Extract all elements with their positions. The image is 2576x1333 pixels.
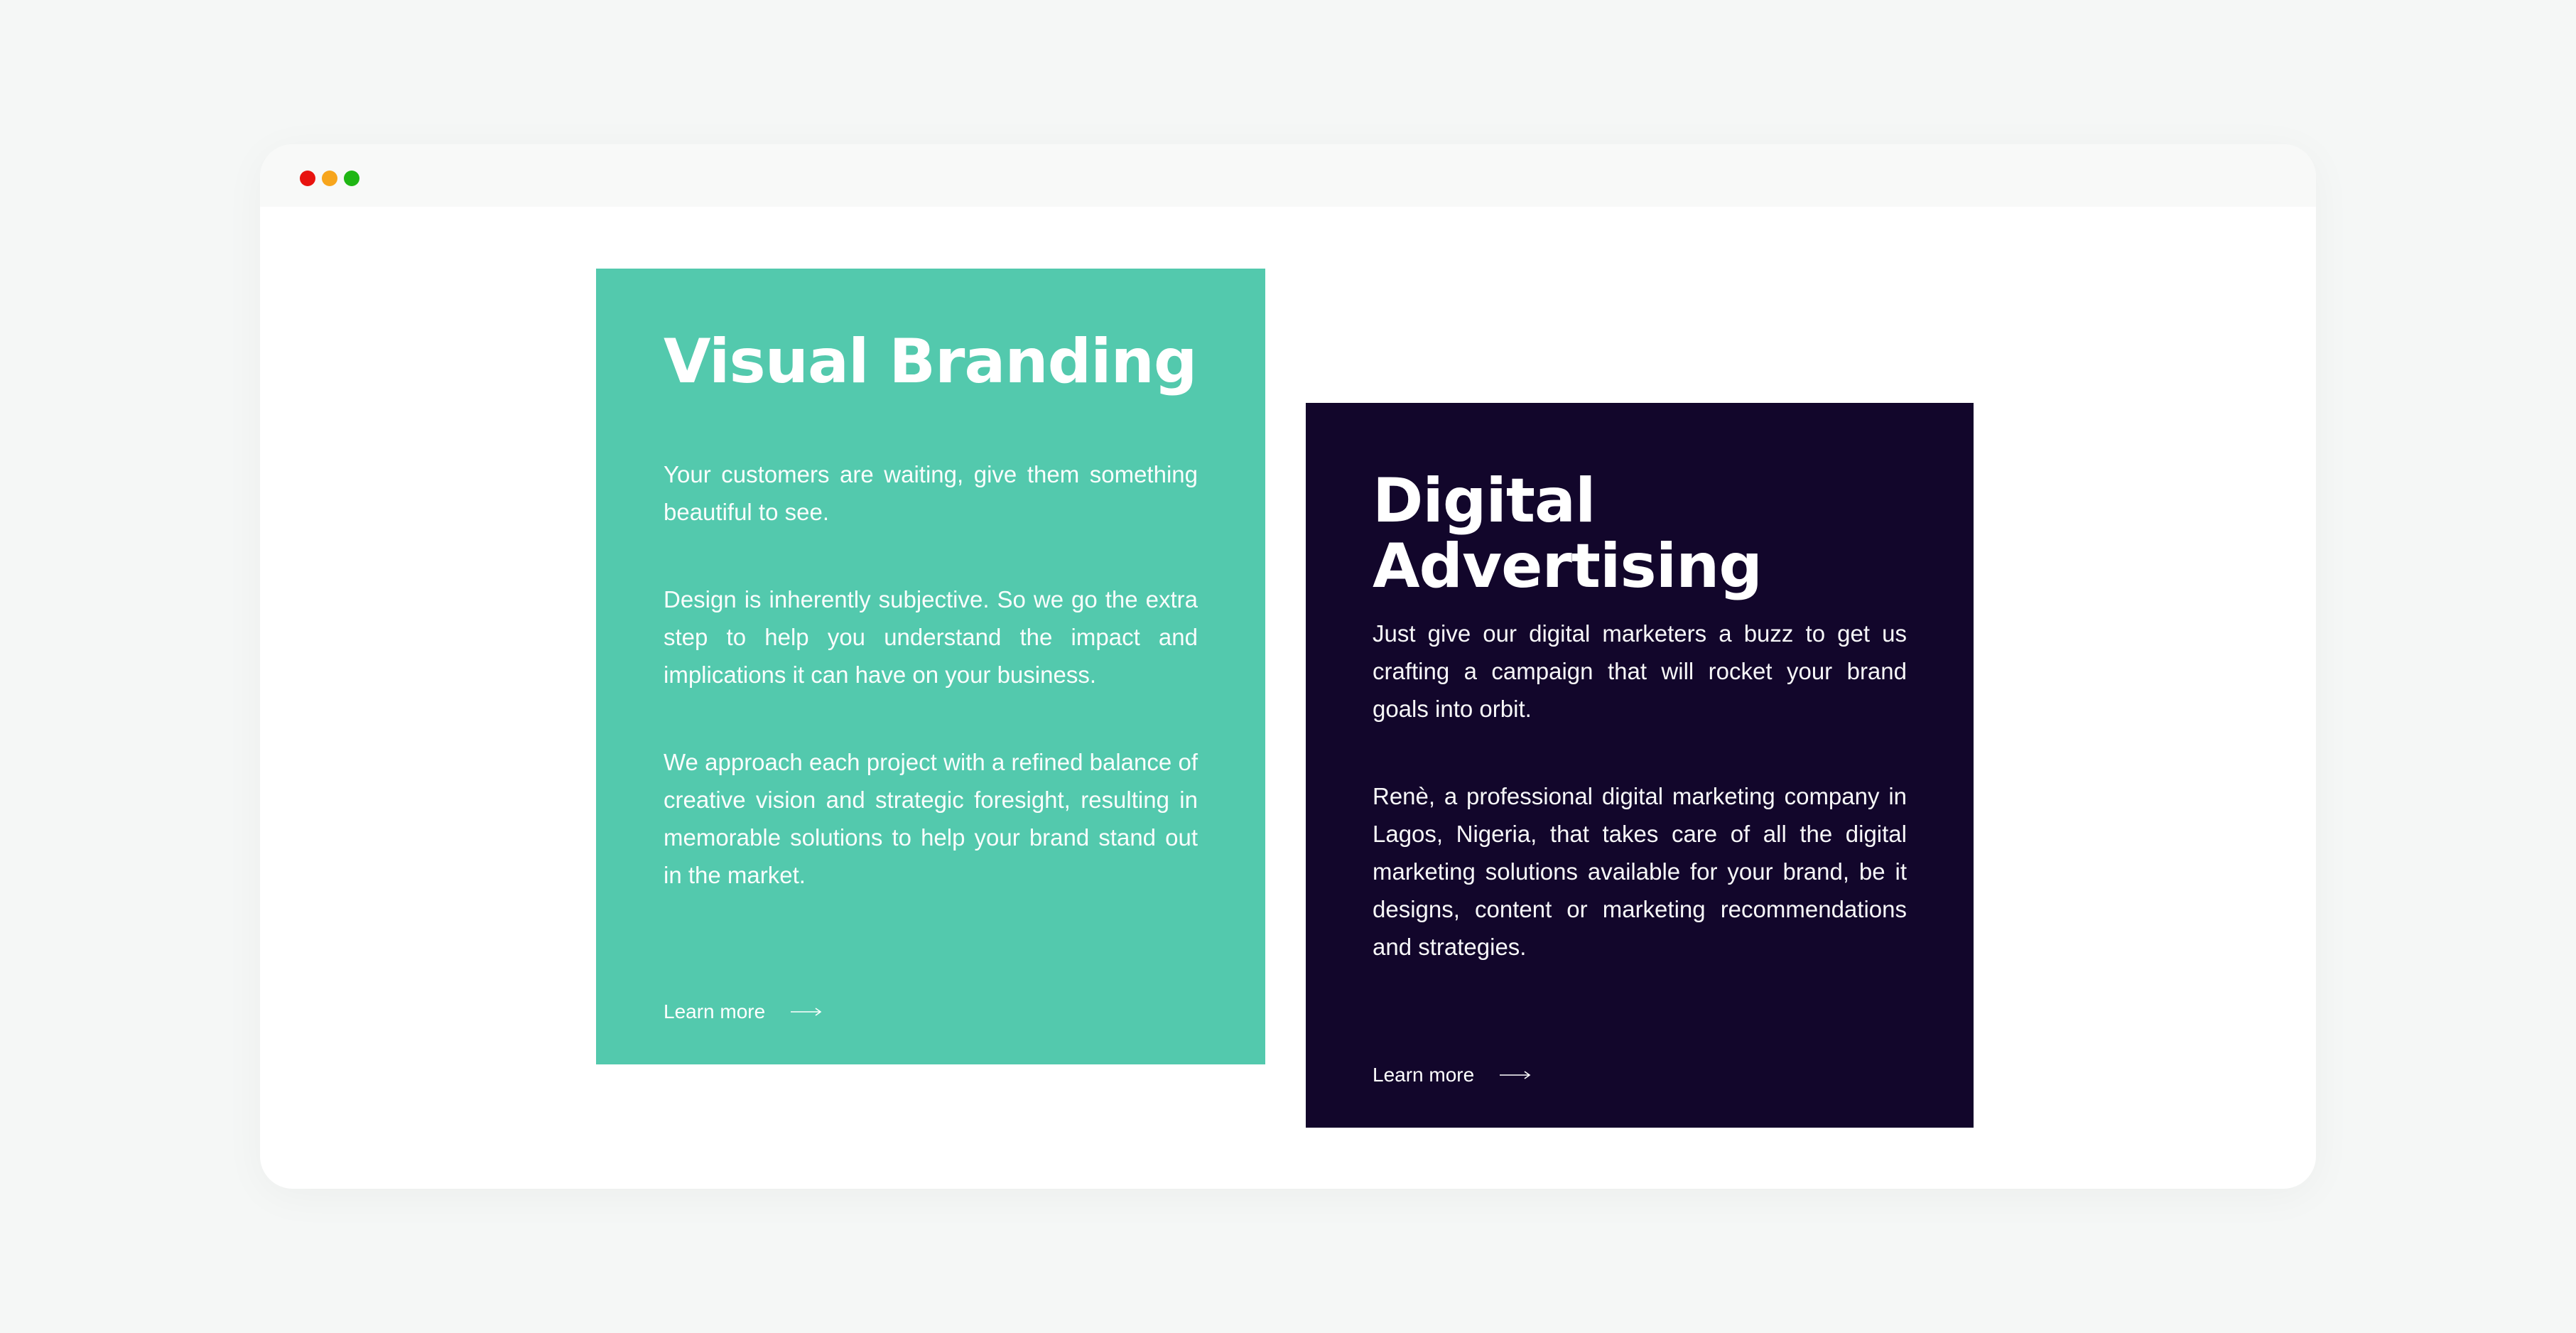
- close-window-dot[interactable]: [300, 171, 315, 186]
- arrow-right-icon: [791, 1008, 822, 1016]
- card-title: Digital Advertising: [1373, 465, 1763, 602]
- card-paragraph: Just give our digital marketers a buzz t…: [1373, 620, 1907, 722]
- digital-advertising-card: Digital Advertising Just give our digita…: [1306, 403, 1974, 1128]
- arrow-right-icon: [1500, 1071, 1531, 1079]
- card-title: Visual Branding: [664, 326, 1197, 397]
- card-paragraph: Design is inherently subjective. So we g…: [664, 586, 1198, 688]
- card-paragraph: Renè, a professional digital marketing c…: [1373, 783, 1907, 960]
- learn-more-link[interactable]: Learn more: [664, 1000, 822, 1023]
- maximize-window-dot[interactable]: [344, 171, 359, 186]
- window-title-bar: [260, 144, 2316, 207]
- browser-window: Visual Branding Your customers are waiti…: [260, 144, 2316, 1189]
- card-paragraph: We approach each project with a refined …: [664, 749, 1198, 888]
- visual-branding-card: Visual Branding Your customers are waiti…: [596, 269, 1265, 1064]
- card-paragraph: Your customers are waiting, give them so…: [664, 461, 1198, 525]
- learn-more-label: Learn more: [664, 1000, 766, 1022]
- learn-more-link[interactable]: Learn more: [1373, 1064, 1531, 1086]
- minimize-window-dot[interactable]: [322, 171, 337, 186]
- learn-more-label: Learn more: [1373, 1064, 1475, 1086]
